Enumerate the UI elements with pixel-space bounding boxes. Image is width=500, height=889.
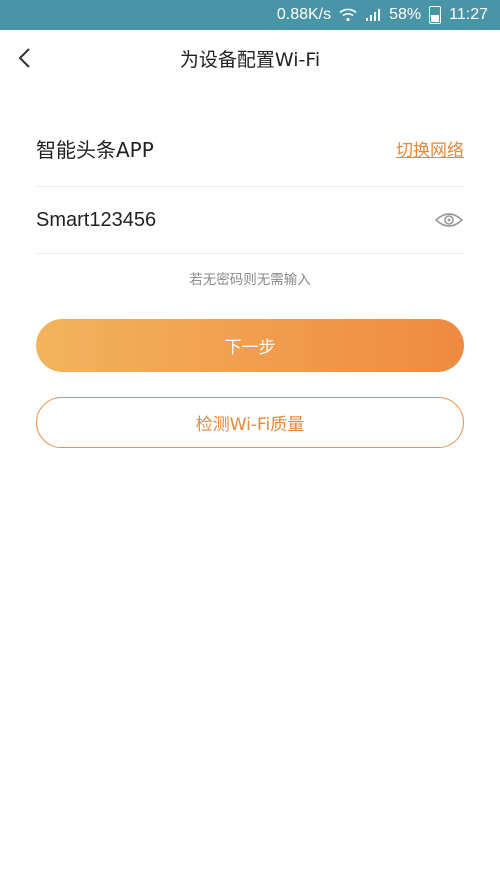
status-bar: 0.88K/s 58% 11:27	[0, 0, 500, 30]
title-bar: 为设备配置Wi-Fi	[0, 30, 500, 86]
chevron-left-icon	[18, 48, 30, 68]
ssid-row: 智能头条APP 切换网络	[36, 110, 464, 187]
password-hint: 若无密码则无需输入	[189, 272, 311, 288]
back-button[interactable]	[10, 42, 38, 74]
switch-network-link[interactable]: 切换网络	[396, 136, 464, 161]
wifi-config-form: 智能头条APP 切换网络 Smart123456 若无密码则无需输入 下一步 检…	[0, 110, 500, 448]
next-button[interactable]: 下一步	[36, 319, 464, 372]
wifi-icon	[339, 8, 357, 22]
password-field[interactable]: Smart123456	[36, 209, 156, 232]
battery-icon	[429, 6, 442, 24]
check-wifi-quality-button[interactable]: 检测Wi-Fi质量	[36, 397, 464, 448]
network-speed: 0.88K/s	[276, 6, 332, 23]
password-row: Smart123456	[36, 187, 464, 254]
battery-percent: 58%	[389, 6, 422, 23]
clock: 11:27	[449, 6, 488, 23]
page-title: 为设备配置Wi-Fi	[179, 48, 321, 71]
signal-icon	[365, 8, 381, 22]
ssid-name: 智能头条APP	[36, 137, 154, 162]
eye-icon[interactable]	[434, 210, 464, 230]
